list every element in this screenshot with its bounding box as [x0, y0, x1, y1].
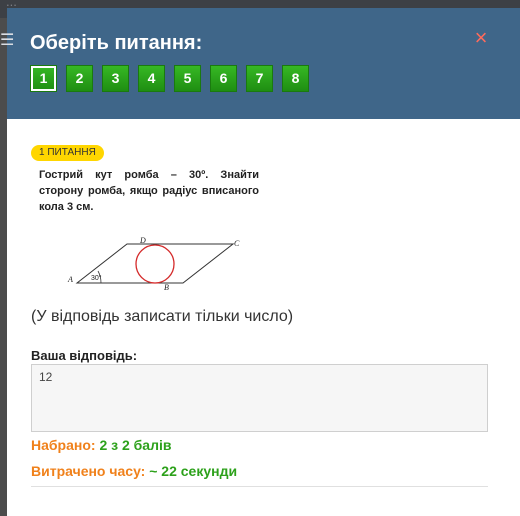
close-icon[interactable]: × [471, 26, 491, 50]
question-navigation: 1 2 3 4 5 6 7 8 [30, 65, 318, 92]
hamburger-menu-icon[interactable]: ☰ [0, 30, 14, 50]
vertex-label-d: D [139, 236, 146, 245]
vertex-label-c: C [234, 239, 240, 248]
modal-title: Оберіть питання: [30, 32, 203, 54]
vertex-label-b: B [164, 283, 169, 292]
divider [31, 486, 488, 487]
question-button-5[interactable]: 5 [174, 65, 201, 92]
rhombus-figure: A B C D 30° [67, 236, 240, 292]
score-line: Набрано: 2 з 2 балів [31, 437, 171, 453]
score-value: 2 з 2 балів [99, 437, 172, 453]
question-modal: Оберіть питання: × 1 2 3 4 5 6 7 8 1 ПИТ… [7, 8, 520, 516]
score-label: Набрано: [31, 437, 96, 453]
time-label: Витрачено часу: [31, 463, 146, 479]
question-button-8[interactable]: 8 [282, 65, 309, 92]
question-button-7[interactable]: 7 [246, 65, 273, 92]
time-value: ~ 22 секунди [149, 463, 238, 479]
answer-label: Ваша відповідь: [31, 348, 138, 363]
answer-hint: (У відповідь записати тільки число) [31, 308, 294, 325]
time-spent-line: Витрачено часу: ~ 22 секунди [31, 463, 237, 479]
question-button-2[interactable]: 2 [66, 65, 93, 92]
question-button-6[interactable]: 6 [210, 65, 237, 92]
question-text: Гострий кут ромба – 30º. Знайти сторону … [39, 169, 259, 213]
answer-field[interactable]: 12 [31, 364, 488, 432]
question-button-1[interactable]: 1 [30, 65, 57, 92]
vertex-label-a: A [67, 275, 73, 284]
question-button-4[interactable]: 4 [138, 65, 165, 92]
angle-label: 30° [91, 274, 102, 282]
question-number-badge: 1 ПИТАННЯ [31, 145, 104, 161]
inscribed-circle [135, 244, 175, 284]
modal-header: Оберіть питання: × 1 2 3 4 5 6 7 8 [7, 8, 520, 119]
question-button-3[interactable]: 3 [102, 65, 129, 92]
